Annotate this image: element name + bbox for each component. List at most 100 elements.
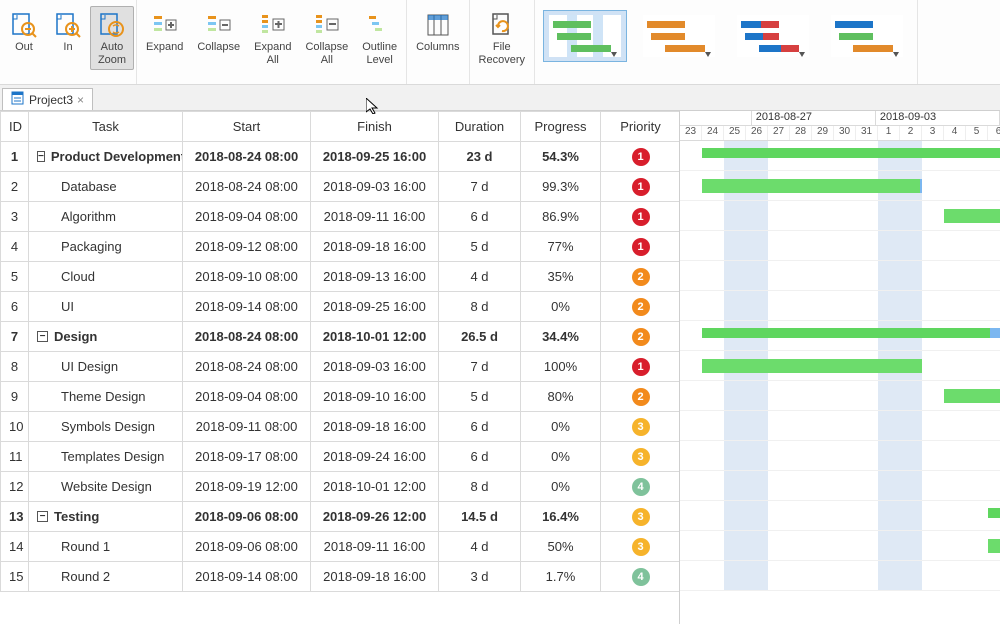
task-name-cell[interactable]: Theme Design [29, 382, 183, 412]
finish-cell[interactable]: 2018-09-11 16:00 [311, 202, 439, 232]
priority-cell[interactable]: 1 [601, 202, 681, 232]
start-cell[interactable]: 2018-09-14 08:00 [183, 562, 311, 592]
gantt-row[interactable] [680, 561, 1000, 591]
table-row[interactable]: 1−Product Development2018-08-24 08:00201… [1, 142, 681, 172]
task-name-cell[interactable]: Templates Design [29, 442, 183, 472]
gantt-row[interactable] [680, 351, 1000, 381]
table-row[interactable]: 8UI Design2018-08-24 08:002018-09-03 16:… [1, 352, 681, 382]
duration-cell[interactable]: 5 d [439, 232, 521, 262]
gantt-row[interactable] [680, 441, 1000, 471]
progress-cell[interactable]: 54.3% [521, 142, 601, 172]
gantt-row[interactable] [680, 171, 1000, 201]
finish-cell[interactable]: 2018-09-18 16:00 [311, 412, 439, 442]
document-tab[interactable]: Project3 × [2, 88, 93, 110]
task-name-cell[interactable]: −Design [29, 322, 183, 352]
table-row[interactable]: 10Symbols Design2018-09-11 08:002018-09-… [1, 412, 681, 442]
progress-cell[interactable]: 50% [521, 532, 601, 562]
duration-cell[interactable]: 3 d [439, 562, 521, 592]
duration-cell[interactable]: 14.5 d [439, 502, 521, 532]
priority-cell[interactable]: 1 [601, 352, 681, 382]
finish-cell[interactable]: 2018-10-01 12:00 [311, 472, 439, 502]
progress-cell[interactable]: 99.3% [521, 172, 601, 202]
start-cell[interactable]: 2018-09-19 12:00 [183, 472, 311, 502]
task-name-cell[interactable]: Packaging [29, 232, 183, 262]
start-cell[interactable]: 2018-09-04 08:00 [183, 202, 311, 232]
priority-cell[interactable]: 2 [601, 292, 681, 322]
collapse-all-button[interactable]: CollapseAll [298, 6, 355, 70]
task-bar-progress[interactable] [702, 179, 920, 193]
close-icon[interactable]: × [77, 93, 84, 107]
start-cell[interactable]: 2018-09-12 08:00 [183, 232, 311, 262]
duration-cell[interactable]: 8 d [439, 292, 521, 322]
duration-cell[interactable]: 6 d [439, 412, 521, 442]
task-name-cell[interactable]: Round 2 [29, 562, 183, 592]
priority-cell[interactable]: 3 [601, 412, 681, 442]
gantt-chart-pane[interactable]: 2018-08-272018-09-03 2324252627282930311… [680, 111, 1000, 624]
table-row[interactable]: 3Algorithm2018-09-04 08:002018-09-11 16:… [1, 202, 681, 232]
duration-cell[interactable]: 6 d [439, 442, 521, 472]
progress-cell[interactable]: 100% [521, 352, 601, 382]
progress-cell[interactable]: 0% [521, 412, 601, 442]
start-cell[interactable]: 2018-09-17 08:00 [183, 442, 311, 472]
col-priority[interactable]: Priority [601, 112, 681, 142]
table-row[interactable]: 14Round 12018-09-06 08:002018-09-11 16:0… [1, 532, 681, 562]
task-name-cell[interactable]: Website Design [29, 472, 183, 502]
finish-cell[interactable]: 2018-09-03 16:00 [311, 352, 439, 382]
duration-cell[interactable]: 7 d [439, 172, 521, 202]
gantt-row[interactable] [680, 531, 1000, 561]
finish-cell[interactable]: 2018-09-18 16:00 [311, 562, 439, 592]
start-cell[interactable]: 2018-08-24 08:00 [183, 172, 311, 202]
zoom-in-button[interactable]: In [46, 6, 90, 57]
duration-cell[interactable]: 6 d [439, 202, 521, 232]
duration-cell[interactable]: 5 d [439, 382, 521, 412]
gantt-row[interactable] [680, 321, 1000, 351]
duration-cell[interactable]: 26.5 d [439, 322, 521, 352]
start-cell[interactable]: 2018-08-24 08:00 [183, 352, 311, 382]
duration-cell[interactable]: 7 d [439, 352, 521, 382]
start-cell[interactable]: 2018-09-06 08:00 [183, 502, 311, 532]
duration-cell[interactable]: 8 d [439, 472, 521, 502]
finish-cell[interactable]: 2018-09-13 16:00 [311, 262, 439, 292]
table-row[interactable]: 4Packaging2018-09-12 08:002018-09-18 16:… [1, 232, 681, 262]
progress-cell[interactable]: 0% [521, 292, 601, 322]
finish-cell[interactable]: 2018-09-24 16:00 [311, 442, 439, 472]
gantt-style-4[interactable] [825, 10, 909, 62]
gantt-style-1[interactable] [543, 10, 627, 62]
finish-cell[interactable]: 2018-09-03 16:00 [311, 172, 439, 202]
start-cell[interactable]: 2018-09-14 08:00 [183, 292, 311, 322]
collapse-button[interactable]: Collapse [190, 6, 247, 57]
task-bar-progress[interactable] [944, 389, 1000, 403]
task-name-cell[interactable]: Database [29, 172, 183, 202]
priority-cell[interactable]: 3 [601, 532, 681, 562]
task-grid[interactable]: ID Task Start Finish Duration Progress P… [0, 111, 680, 592]
table-row[interactable]: 2Database2018-08-24 08:002018-09-03 16:0… [1, 172, 681, 202]
summary-bar[interactable] [702, 148, 1000, 158]
table-row[interactable]: 6UI2018-09-14 08:002018-09-25 16:008 d0%… [1, 292, 681, 322]
expand-button[interactable]: Expand [139, 6, 190, 57]
col-start[interactable]: Start [183, 112, 311, 142]
duration-cell[interactable]: 23 d [439, 142, 521, 172]
gantt-row[interactable] [680, 141, 1000, 171]
gantt-row[interactable] [680, 261, 1000, 291]
finish-cell[interactable]: 2018-09-18 16:00 [311, 232, 439, 262]
gantt-style-2[interactable] [637, 10, 721, 62]
gantt-style-3[interactable] [731, 10, 815, 62]
task-name-cell[interactable]: −Testing [29, 502, 183, 532]
start-cell[interactable]: 2018-08-24 08:00 [183, 322, 311, 352]
priority-cell[interactable]: 1 [601, 142, 681, 172]
progress-cell[interactable]: 16.4% [521, 502, 601, 532]
task-name-cell[interactable]: Algorithm [29, 202, 183, 232]
col-finish[interactable]: Finish [311, 112, 439, 142]
task-name-cell[interactable]: UI [29, 292, 183, 322]
row-expander[interactable]: − [37, 151, 45, 162]
gantt-row[interactable] [680, 411, 1000, 441]
gantt-row[interactable] [680, 471, 1000, 501]
expand-all-button[interactable]: ExpandAll [247, 6, 298, 70]
gantt-row[interactable] [680, 501, 1000, 531]
priority-cell[interactable]: 1 [601, 172, 681, 202]
priority-cell[interactable]: 4 [601, 562, 681, 592]
gantt-row[interactable] [680, 381, 1000, 411]
progress-cell[interactable]: 34.4% [521, 322, 601, 352]
start-cell[interactable]: 2018-09-04 08:00 [183, 382, 311, 412]
finish-cell[interactable]: 2018-09-10 16:00 [311, 382, 439, 412]
